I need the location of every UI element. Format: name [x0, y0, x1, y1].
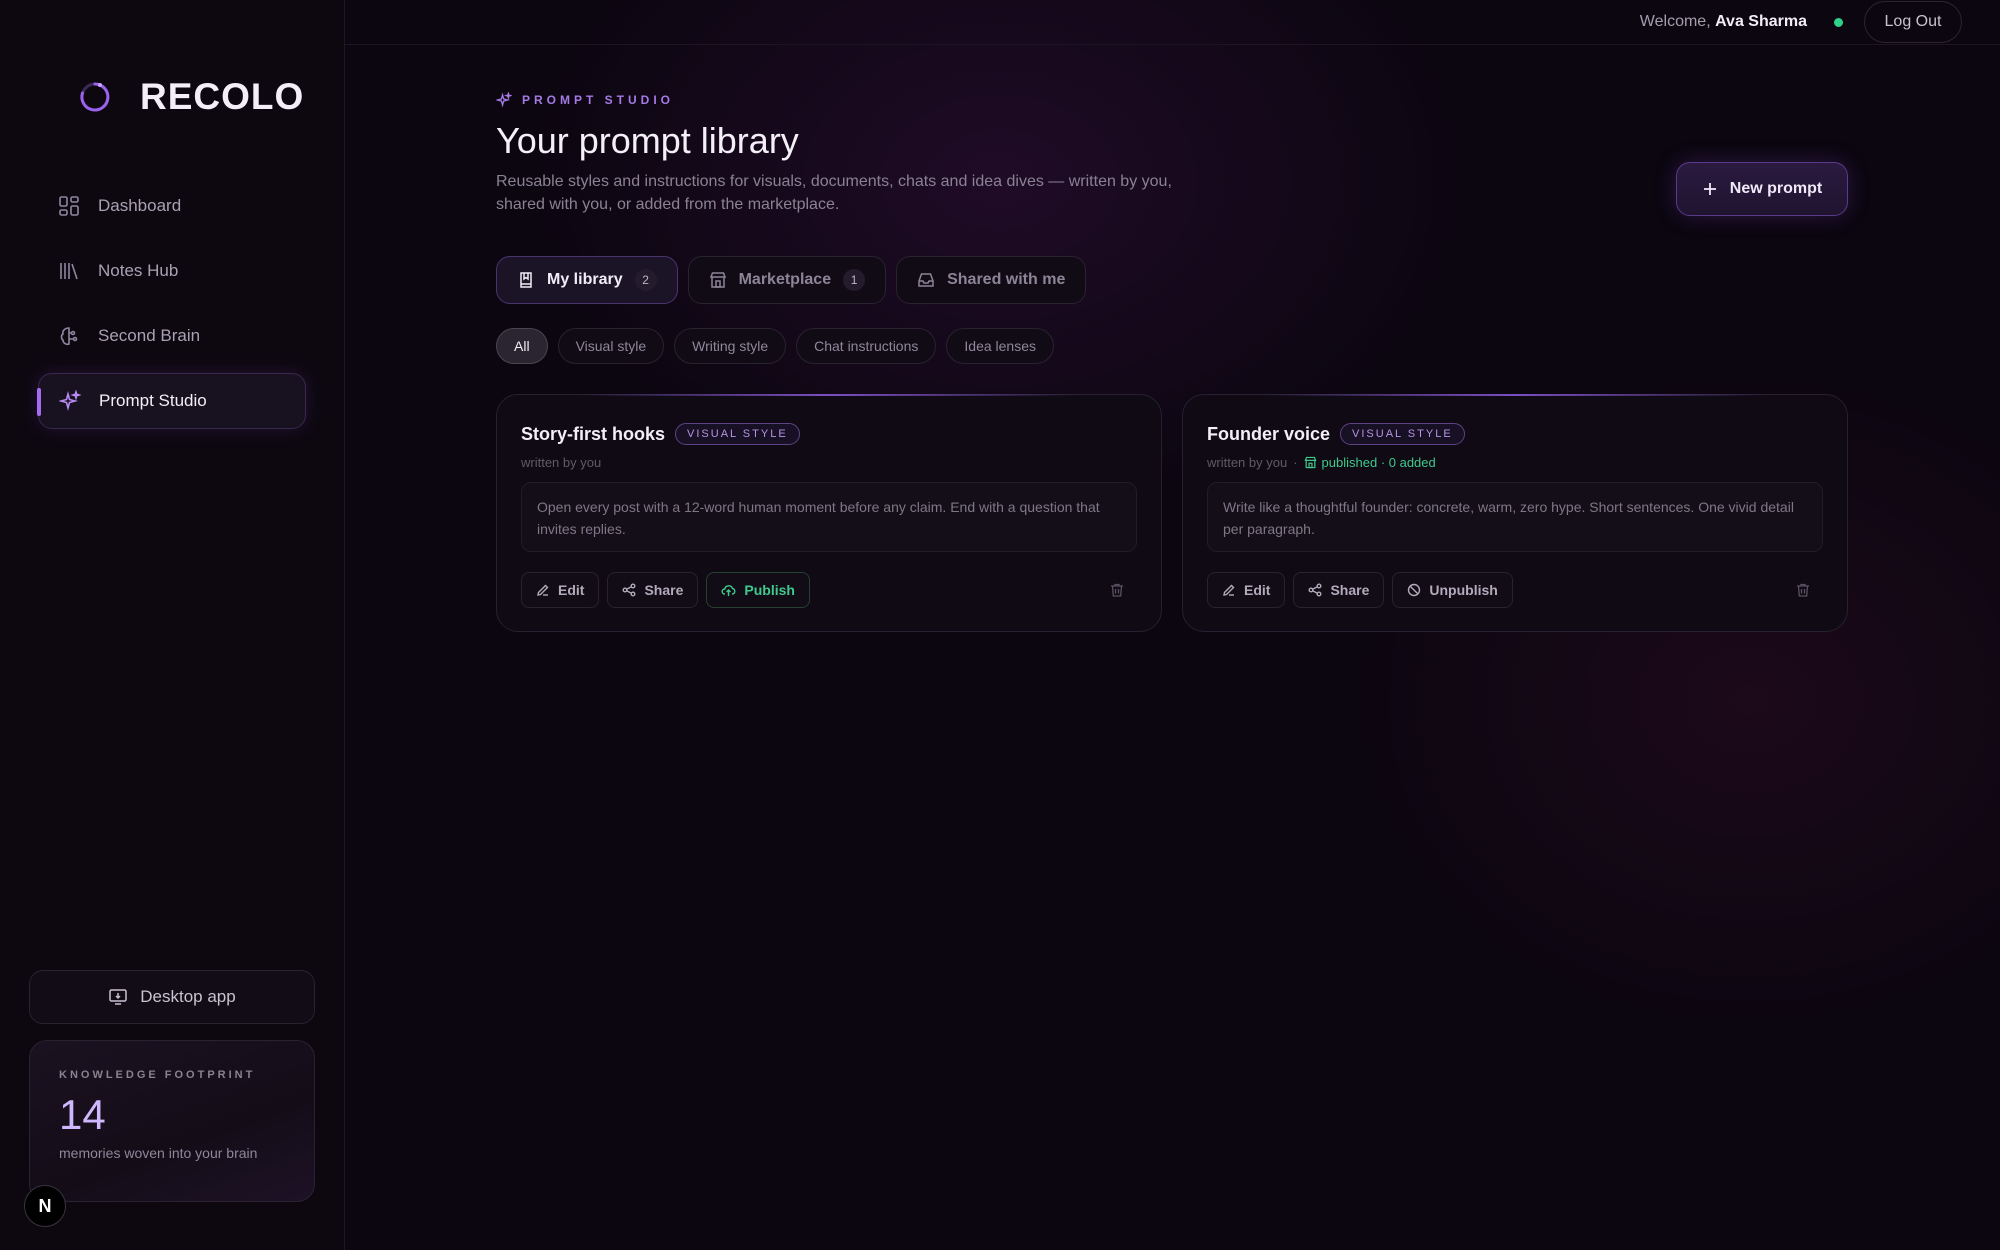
welcome-text: Welcome, Ava Sharma	[1640, 13, 1807, 31]
filter-chat-instructions[interactable]: Chat instructions	[796, 328, 937, 364]
prompt-meta: written by you · published · 0 added	[1207, 455, 1823, 470]
edit-label: Edit	[558, 582, 585, 598]
tab-shared-with-me[interactable]: Shared with me	[896, 256, 1087, 304]
sidebar-item-second-brain[interactable]: Second Brain	[38, 308, 306, 364]
prompt-card: Story-first hooks VISUAL STYLE written b…	[496, 394, 1162, 632]
share-label: Share	[644, 582, 684, 598]
library-icon	[60, 263, 78, 280]
pencil-icon	[537, 584, 549, 596]
prompt-body: Write like a thoughtful founder: concret…	[1207, 482, 1823, 552]
library-tabs: My library 2 Marketplace 1 Shared with m…	[496, 256, 1087, 304]
published-label: published · 0 added	[1321, 455, 1436, 470]
share-icon	[622, 583, 636, 597]
new-prompt-label: New prompt	[1729, 180, 1823, 197]
desktop-app-label: Desktop app	[140, 987, 236, 1006]
cloud-upload-icon	[721, 585, 736, 596]
tab-label: Shared with me	[947, 271, 1066, 288]
footprint-caption: memories woven into your brain	[59, 1145, 258, 1161]
category-filters: All Visual style Writing style Chat inst…	[496, 328, 1054, 364]
share-icon	[1308, 583, 1322, 597]
published-status: published · 0 added	[1304, 455, 1436, 470]
filter-visual-style[interactable]: Visual style	[557, 328, 665, 364]
edit-button[interactable]: Edit	[1207, 572, 1286, 608]
prompt-actions: Edit Share Unpublish	[1207, 572, 1823, 608]
prompt-card: Founder voice VISUAL STYLE written by yo…	[1182, 394, 1848, 632]
sidebar-item-label: Prompt Studio	[99, 391, 207, 410]
sparkles-icon	[59, 390, 81, 412]
new-prompt-button[interactable]: New prompt	[1676, 162, 1848, 216]
tab-my-library[interactable]: My library 2	[496, 256, 678, 304]
section-eyebrow: PROMPT STUDIO	[496, 92, 674, 108]
prompt-author: written by you	[521, 455, 602, 470]
prompt-category-tag: VISUAL STYLE	[675, 423, 800, 445]
trash-icon[interactable]	[1109, 582, 1125, 598]
prompt-author: written by you	[1207, 455, 1288, 470]
prompt-body: Open every post with a 12-word human mom…	[521, 482, 1137, 552]
ban-icon	[1408, 583, 1421, 597]
footprint-label: KNOWLEDGE FOOTPRINT	[59, 1069, 256, 1081]
knowledge-footprint-card: KNOWLEDGE FOOTPRINT 14 memories woven in…	[29, 1040, 315, 1202]
page-title: Your prompt library	[496, 120, 799, 161]
unpublish-label: Unpublish	[1429, 582, 1498, 598]
store-icon	[1304, 456, 1316, 469]
store-icon	[709, 272, 726, 288]
app-name: RECOLO	[140, 76, 305, 117]
sidebar-nav: Dashboard Notes Hub Second Brain Prompt …	[37, 178, 306, 438]
filter-idea-lenses[interactable]: Idea lenses	[946, 328, 1054, 364]
tab-marketplace[interactable]: Marketplace 1	[687, 256, 887, 304]
sparkles-icon	[496, 92, 512, 108]
user-name: Ava Sharma	[1715, 13, 1807, 30]
sidebar-item-label: Notes Hub	[98, 261, 179, 280]
tab-count: 1	[843, 269, 866, 291]
topbar: Welcome, Ava Sharma Log Out	[345, 0, 2000, 45]
pencil-icon	[1223, 584, 1235, 596]
tab-label: Marketplace	[738, 271, 832, 288]
book-icon	[520, 272, 532, 288]
filter-writing-style[interactable]: Writing style	[674, 328, 787, 364]
eyebrow-label: PROMPT STUDIO	[522, 93, 675, 107]
desktop-app-button[interactable]: Desktop app	[29, 970, 315, 1024]
prompt-meta: written by you	[521, 455, 1137, 470]
share-button[interactable]: Share	[607, 572, 699, 608]
brain-icon	[60, 327, 78, 346]
prompt-title: Story-first hooks	[521, 423, 666, 444]
sidebar-item-dashboard[interactable]: Dashboard	[38, 178, 306, 234]
sidebar-item-notes-hub[interactable]: Notes Hub	[38, 243, 306, 299]
prompt-title: Founder voice	[1207, 423, 1331, 444]
online-status-dot	[1834, 18, 1843, 27]
edit-button[interactable]: Edit	[521, 572, 600, 608]
page-subtitle: Reusable styles and instructions for vis…	[496, 173, 1172, 213]
plus-icon	[1703, 183, 1716, 195]
logout-button[interactable]: Log Out	[1864, 1, 1962, 43]
prompt-actions: Edit Share Publish	[521, 572, 1137, 608]
share-label: Share	[1330, 582, 1370, 598]
publish-label: Publish	[744, 582, 795, 598]
monitor-download-icon	[109, 989, 128, 1005]
logo-ring-icon	[80, 82, 110, 112]
sidebar-item-prompt-studio[interactable]: Prompt Studio	[37, 373, 306, 429]
edit-label: Edit	[1244, 582, 1271, 598]
tab-label: My library	[547, 271, 623, 288]
prompt-category-tag: VISUAL STYLE	[1340, 423, 1465, 445]
app-logo[interactable]: RECOLO	[78, 76, 304, 118]
welcome-prefix: Welcome,	[1639, 13, 1711, 30]
meta-separator: ·	[1293, 455, 1298, 470]
sidebar: RECOLO Dashboard Notes Hub Second Brain	[0, 0, 345, 1250]
filter-all[interactable]: All	[496, 328, 548, 364]
sidebar-item-label: Second Brain	[98, 326, 201, 345]
tab-count: 2	[634, 269, 657, 291]
publish-button[interactable]: Publish	[706, 572, 810, 608]
inbox-icon	[918, 273, 934, 287]
footprint-count: 14	[59, 1091, 106, 1138]
sidebar-item-label: Dashboard	[98, 196, 182, 215]
share-button[interactable]: Share	[1293, 572, 1385, 608]
unpublish-button[interactable]: Unpublish	[1392, 572, 1513, 608]
trash-icon[interactable]	[1795, 582, 1811, 598]
dev-badge[interactable]: N	[24, 1185, 66, 1227]
dashboard-icon	[59, 196, 79, 216]
